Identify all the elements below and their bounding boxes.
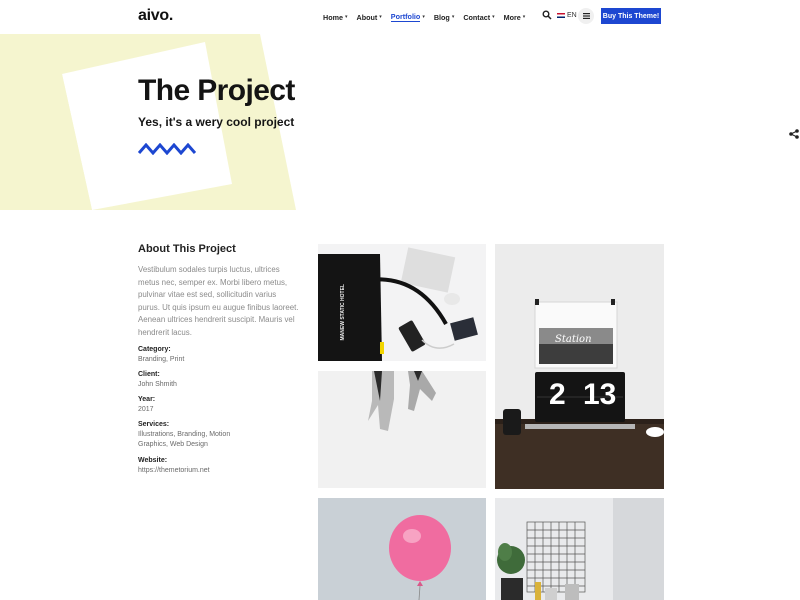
workspace-image	[495, 498, 664, 600]
zigzag-decoration	[138, 143, 196, 155]
meta-value: 2017	[138, 406, 154, 413]
meta-website: Website: https://themetorium.net	[138, 456, 210, 476]
nav-item-about[interactable]: About ▾	[357, 12, 382, 22]
page-title: The Project	[138, 74, 295, 107]
meta-label: Client:	[138, 371, 160, 378]
gallery-image-workspace[interactable]	[495, 498, 664, 600]
meta-label: Services:	[138, 421, 170, 428]
site-header: aivo. Home ▾ About ▾ Portfolio ▾ Blog ▾ Cont…	[0, 0, 800, 34]
chevron-down-icon: ▾	[492, 14, 495, 20]
nav-label: About	[356, 12, 378, 22]
about-title: About This Project	[138, 243, 236, 255]
search-icon[interactable]	[542, 10, 552, 20]
language-switcher[interactable]: EN	[557, 12, 577, 19]
meta-category: Category: Branding, Print	[138, 345, 184, 365]
language-label: EN	[567, 12, 577, 19]
website-link[interactable]: https://themetorium.net	[138, 467, 210, 474]
nav-label: Contact	[463, 12, 491, 22]
site-logo[interactable]: aivo.	[138, 7, 173, 25]
meta-label: Category:	[138, 346, 171, 353]
buy-theme-button[interactable]: Buy This Theme!	[601, 8, 661, 24]
nav-item-portfolio[interactable]: Portfolio ▾	[390, 12, 425, 22]
hamburger-icon	[582, 13, 590, 19]
menu-button[interactable]	[578, 8, 594, 24]
gallery-image-flip-clock[interactable]: Station 2 13	[495, 244, 664, 489]
hands-image	[318, 371, 486, 488]
gallery-image-tote-bag[interactable]: MANEW STATIC HOTEL	[318, 244, 486, 361]
meta-services: Services: Illustrations, Branding, Motio…	[138, 420, 258, 450]
chevron-down-icon: ▾	[344, 14, 348, 20]
nav-label: Blog	[433, 12, 450, 22]
about-text: Vestibulum sodales turpis luctus, ultric…	[138, 265, 299, 337]
chevron-down-icon: ▾	[451, 14, 455, 20]
pink-balloon-image	[318, 498, 486, 600]
meta-year: Year: 2017	[138, 395, 155, 415]
flip-clock-image	[495, 244, 664, 489]
chevron-down-icon: ▾	[379, 14, 382, 20]
meta-client: Client: John Shmith	[138, 370, 177, 390]
meta-label: Year:	[138, 396, 156, 403]
gallery-image-balloon[interactable]	[318, 498, 486, 600]
meta-value: John Shmith	[138, 381, 177, 388]
meta-label: Website:	[138, 457, 168, 464]
nav-label: Portfolio	[390, 12, 421, 22]
share-icon[interactable]	[787, 128, 800, 140]
clock-hour: 2	[549, 378, 566, 411]
flag-icon	[557, 13, 565, 18]
bag-print-text: MANEW STATIC HOTEL	[340, 284, 346, 341]
nav-item-contact[interactable]: Contact ▾	[463, 12, 494, 22]
nav-item-blog[interactable]: Blog ▾	[434, 12, 454, 22]
page-subtitle: Yes, it's a wery cool project	[138, 115, 295, 129]
clock-minute: 13	[583, 378, 617, 411]
chevron-down-icon: ▾	[422, 14, 425, 20]
meta-value: Branding, Print	[138, 356, 185, 363]
meta-value: Illustrations, Branding, Motion Graphics…	[138, 431, 231, 448]
chevron-down-icon: ▾	[522, 14, 526, 20]
nav-label: More	[503, 12, 521, 22]
photo-caption: Station	[555, 334, 592, 345]
nav-label: Home	[323, 12, 343, 22]
gallery-image-hands[interactable]	[318, 371, 486, 488]
nav-item-home[interactable]: Home ▾	[323, 12, 348, 22]
nav-item-more[interactable]: More ▾	[504, 12, 526, 22]
main-nav: Home ▾ About ▾ Portfolio ▾ Blog ▾ Contact ▾ M…	[323, 12, 525, 22]
